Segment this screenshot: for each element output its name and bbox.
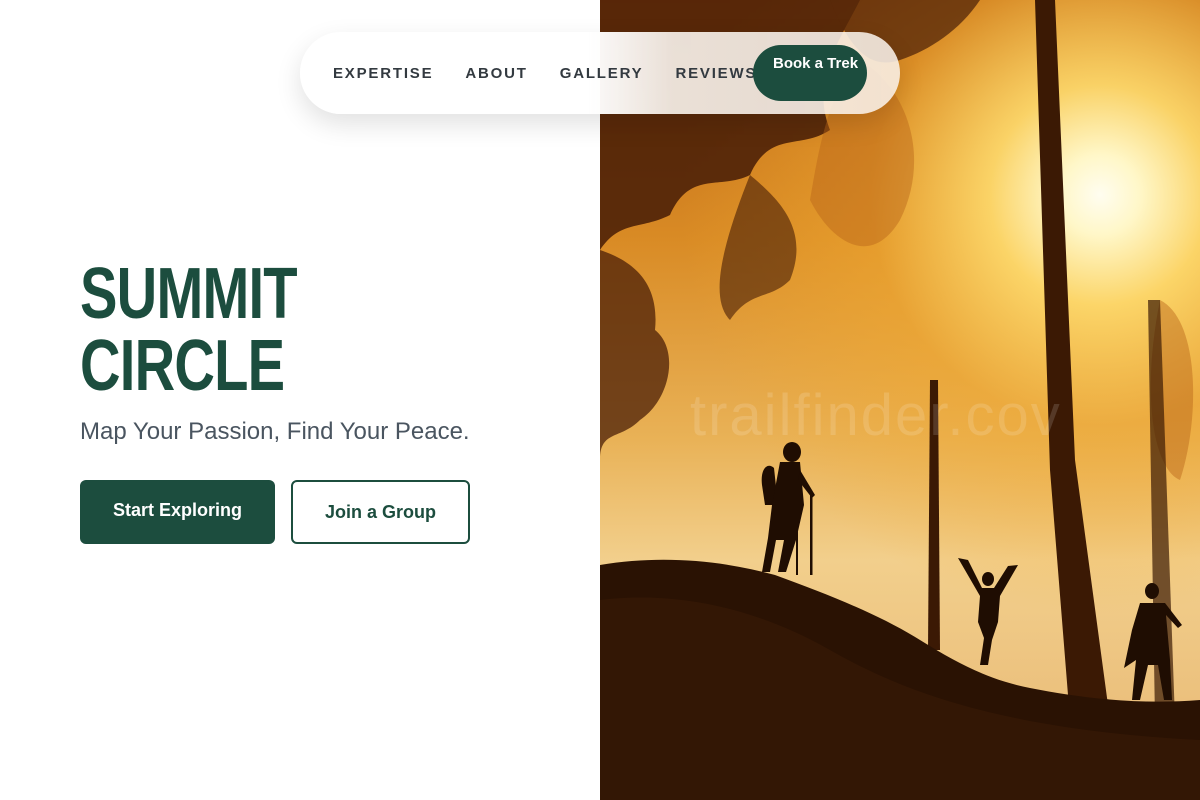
nav-link-expertise[interactable]: EXPERTISE bbox=[333, 65, 433, 82]
join-group-button[interactable]: Join a Group bbox=[291, 480, 470, 544]
nav-link-about[interactable]: ABOUT bbox=[465, 65, 527, 82]
brand-title: SUMMIT CIRCLE bbox=[80, 254, 298, 406]
photo-watermark: trailfinder.cov bbox=[690, 383, 1062, 448]
nav-link-reviews[interactable]: REVIEWS bbox=[675, 65, 757, 82]
book-trek-button[interactable]: Book a Trek bbox=[753, 45, 867, 101]
hero-photo-hikers: trailfinder.cov bbox=[600, 0, 1200, 800]
nav-links: EXPERTISE ABOUT GALLERY REVIEWS bbox=[333, 32, 757, 114]
hero-text-panel: SUMMIT CIRCLE Map Your Passion, Find You… bbox=[0, 0, 600, 800]
start-exploring-button[interactable]: Start Exploring bbox=[80, 480, 275, 544]
landing-page: SUMMIT CIRCLE Map Your Passion, Find You… bbox=[0, 0, 1200, 800]
hero-tagline: Map Your Passion, Find Your Peace. bbox=[80, 418, 470, 445]
brand-title-line-1: SUMMIT bbox=[80, 254, 298, 334]
top-navigation: EXPERTISE ABOUT GALLERY REVIEWS Book a T… bbox=[300, 32, 900, 114]
brand-title-line-2: CIRCLE bbox=[80, 326, 285, 406]
nav-link-gallery[interactable]: GALLERY bbox=[560, 65, 644, 82]
